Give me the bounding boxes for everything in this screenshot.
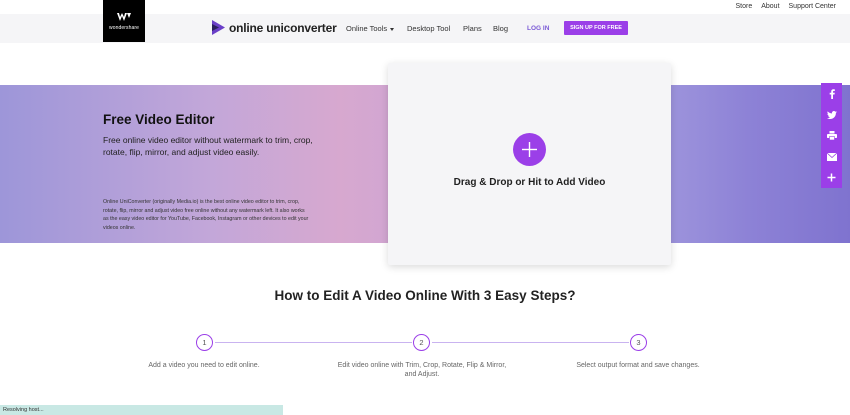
- brand[interactable]: online uniconverter: [212, 20, 337, 35]
- nav-plans[interactable]: Plans: [463, 24, 482, 33]
- twitter-share-button[interactable]: [821, 104, 842, 125]
- uniconverter-logo-icon: [212, 20, 225, 35]
- step-description: Edit video online with Trim, Crop, Rotat…: [337, 362, 507, 378]
- support-center-link[interactable]: Support Center: [789, 3, 836, 10]
- store-link[interactable]: Store: [735, 3, 752, 10]
- print-share-button[interactable]: [821, 125, 842, 146]
- email-icon: [826, 152, 837, 161]
- plus-icon: [522, 142, 537, 157]
- signup-button[interactable]: SIGN UP FOR FREE: [564, 21, 628, 35]
- nav-online-tools[interactable]: Online Tools: [346, 24, 395, 33]
- nav-desktop-tool[interactable]: Desktop Tool: [407, 24, 450, 33]
- wondershare-logo-icon: [117, 13, 131, 21]
- login-link[interactable]: LOG IN: [527, 25, 549, 32]
- hero-description: Online UniConverter (originally Media.io…: [103, 199, 309, 231]
- email-share-button[interactable]: [821, 146, 842, 167]
- step-description: Select output format and save changes.: [576, 362, 700, 369]
- step-number: 1: [196, 334, 213, 351]
- hero-subtitle: Free online video editor without waterma…: [103, 135, 313, 157]
- step-connector: [215, 342, 412, 343]
- more-share-button[interactable]: [821, 167, 842, 188]
- page-title: Free Video Editor: [103, 112, 215, 127]
- about-link[interactable]: About: [761, 3, 779, 10]
- nav-blog[interactable]: Blog: [493, 24, 508, 33]
- upload-dropzone[interactable]: Drag & Drop or Hit to Add Video: [388, 63, 671, 265]
- facebook-share-button[interactable]: [821, 83, 842, 104]
- chevron-down-icon: [390, 27, 395, 31]
- brand-name: online uniconverter: [229, 20, 337, 35]
- page: Store About Support Center wondershare o…: [0, 0, 850, 415]
- more-share-icon: [827, 173, 836, 182]
- facebook-icon: [829, 88, 835, 99]
- step-number: 2: [413, 334, 430, 351]
- wondershare-logo[interactable]: wondershare: [103, 0, 145, 42]
- step-description: Add a video you need to edit online.: [148, 362, 260, 369]
- social-share-bar: [821, 83, 842, 188]
- step-number: 3: [630, 334, 647, 351]
- browser-status-bar: Resolving host...: [0, 405, 283, 415]
- upload-label: Drag & Drop or Hit to Add Video: [453, 177, 606, 188]
- steps-title: How to Edit A Video Online With 3 Easy S…: [274, 288, 576, 303]
- add-video-button[interactable]: [513, 133, 546, 166]
- twitter-icon: [826, 110, 837, 119]
- step-connector: [432, 342, 629, 343]
- utility-links: Store About Support Center: [735, 3, 836, 10]
- nav-online-tools-label: Online Tools: [346, 24, 388, 33]
- print-icon: [826, 131, 837, 140]
- wondershare-logo-text: wondershare: [108, 25, 139, 31]
